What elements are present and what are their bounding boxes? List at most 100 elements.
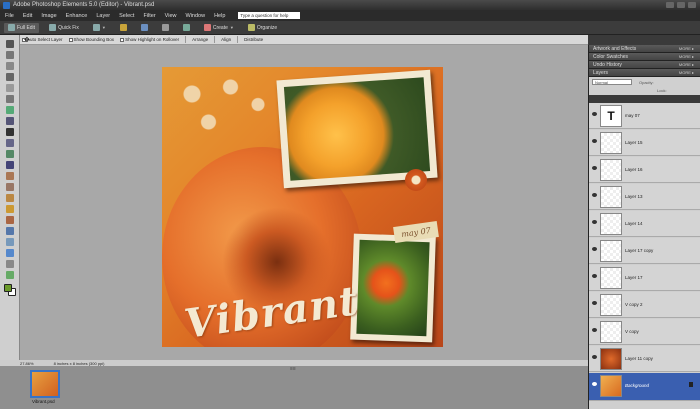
eye-icon[interactable] <box>592 301 597 305</box>
layer-row[interactable]: Layer 17 <box>589 265 700 291</box>
eye-icon[interactable] <box>592 166 597 170</box>
layer-name: Background <box>625 383 650 388</box>
selection-brush-icon[interactable] <box>6 117 14 125</box>
checkbox-icon <box>68 37 73 42</box>
blur-tool-icon[interactable] <box>6 260 14 268</box>
magic-wand-icon[interactable] <box>6 106 14 114</box>
layer-row[interactable]: Layer 17 copy <box>589 238 700 264</box>
blend-mode-select[interactable]: Normal <box>592 79 632 85</box>
menu-help[interactable]: Help <box>214 13 225 19</box>
brush-icon[interactable] <box>6 216 14 224</box>
layer-row-selected[interactable]: Background <box>589 373 700 401</box>
layer-row[interactable]: T may 07 <box>589 103 700 129</box>
eye-icon[interactable] <box>592 247 597 251</box>
open-button[interactable] <box>116 23 131 33</box>
show-bounding-box-checkbox[interactable]: Show Bounding Box <box>68 37 114 42</box>
menu-select[interactable]: Select <box>119 13 134 19</box>
sponge-tool-icon[interactable] <box>6 271 14 279</box>
eye-icon[interactable] <box>592 274 597 278</box>
shortcuts-bar: Full Edit Quick Fix ▼ Create ▼ Organize <box>0 21 700 35</box>
eye-icon[interactable] <box>592 112 597 116</box>
help-search-input[interactable]: Type a question for help <box>238 12 301 19</box>
eyedropper-icon[interactable] <box>6 73 14 81</box>
foreground-color-swatch[interactable] <box>4 284 12 292</box>
distribute-dropdown[interactable]: Distribute <box>244 37 263 42</box>
organize-button[interactable]: Organize <box>244 23 281 33</box>
more-button[interactable]: MORE ▸ <box>679 62 694 67</box>
project-thumbnail[interactable] <box>30 370 60 398</box>
save-button[interactable] <box>137 23 152 33</box>
undo-button[interactable] <box>179 23 194 33</box>
panel-header-artwork[interactable]: Artwork and Effects MORE ▸ <box>589 45 700 53</box>
eye-icon[interactable] <box>592 328 597 332</box>
zoom-level[interactable]: 27.86% <box>20 361 34 366</box>
more-button[interactable]: MORE ▸ <box>679 70 694 75</box>
full-edit-button[interactable]: Full Edit <box>4 22 40 33</box>
menu-window[interactable]: Window <box>186 13 206 19</box>
paint-bucket-icon[interactable] <box>6 227 14 235</box>
zoom-tool-icon[interactable] <box>6 51 14 59</box>
align-dropdown[interactable]: Align <box>221 37 231 42</box>
more-button[interactable]: MORE ▸ <box>679 46 694 51</box>
more-button[interactable]: MORE ▸ <box>679 54 694 59</box>
create-button[interactable]: Create ▼ <box>200 23 238 33</box>
panel-header-swatches[interactable]: Color Swatches MORE ▸ <box>589 53 700 61</box>
menu-view[interactable]: View <box>165 13 177 19</box>
layer-row[interactable]: Layer 15 <box>589 130 700 156</box>
menu-file[interactable]: File <box>5 13 14 19</box>
lasso-icon[interactable] <box>6 95 14 103</box>
lock-icon <box>689 382 693 387</box>
pencil-icon[interactable] <box>6 205 14 213</box>
show-highlight-checkbox[interactable]: Show Highlight on Rollover <box>120 37 179 42</box>
close-icon[interactable] <box>688 2 696 8</box>
create-icon <box>203 24 211 31</box>
eraser-icon[interactable] <box>6 194 14 202</box>
layer-row[interactable]: Layer 11 copy <box>589 346 700 372</box>
healing-brush-icon[interactable] <box>6 172 14 180</box>
menu-layer[interactable]: Layer <box>96 13 110 19</box>
clone-stamp-icon[interactable] <box>6 183 14 191</box>
eye-icon[interactable] <box>592 382 597 386</box>
print-icon <box>161 24 169 31</box>
eye-icon[interactable] <box>592 139 597 143</box>
minimize-icon[interactable] <box>666 2 674 8</box>
document-canvas[interactable]: may 07 Vibrant <box>162 67 443 347</box>
panel-title: Artwork and Effects <box>593 45 637 52</box>
new-button[interactable]: ▼ <box>89 23 110 33</box>
gradient-icon[interactable] <box>6 238 14 246</box>
menu-edit[interactable]: Edit <box>23 13 32 19</box>
panel-header-layers[interactable]: Layers MORE ▸ <box>589 69 700 77</box>
type-tool-icon[interactable] <box>6 128 14 136</box>
bin-grip-icon[interactable]: ≡≡ <box>290 366 296 372</box>
eye-icon[interactable] <box>592 355 597 359</box>
menu-image[interactable]: Image <box>41 13 56 19</box>
layer-name: V copy 2 <box>625 302 643 307</box>
move-tool-icon[interactable] <box>6 40 14 48</box>
red-eye-icon[interactable] <box>6 161 14 169</box>
print-button[interactable] <box>158 23 173 33</box>
crop-icon[interactable] <box>6 139 14 147</box>
layer-row[interactable]: V copy <box>589 319 700 345</box>
maximize-icon[interactable] <box>677 2 685 8</box>
cookie-cutter-icon[interactable] <box>6 150 14 158</box>
layer-row[interactable]: V copy 2 <box>589 292 700 318</box>
eye-icon[interactable] <box>592 220 597 224</box>
panel-title: Color Swatches <box>593 53 629 60</box>
chevron-down-icon: ▼ <box>229 25 234 30</box>
menu-filter[interactable]: Filter <box>143 13 155 19</box>
panel-header-undo-history[interactable]: Undo History MORE ▸ <box>589 61 700 69</box>
marquee-icon[interactable] <box>6 84 14 92</box>
divider <box>214 36 216 43</box>
shape-tool-icon[interactable] <box>6 249 14 257</box>
open-folder-icon <box>119 24 127 31</box>
layer-row[interactable]: Layer 13 <box>589 184 700 210</box>
menu-enhance[interactable]: Enhance <box>66 13 88 19</box>
layer-row[interactable]: Layer 16 <box>589 157 700 183</box>
hand-tool-icon[interactable] <box>6 62 14 70</box>
new-file-icon <box>92 24 100 31</box>
layer-row[interactable]: Layer 14 <box>589 211 700 237</box>
arrange-dropdown[interactable]: Arrange <box>192 37 208 42</box>
eye-icon[interactable] <box>592 193 597 197</box>
quick-fix-label: Quick Fix <box>58 24 79 31</box>
quick-fix-button[interactable]: Quick Fix <box>45 23 83 33</box>
